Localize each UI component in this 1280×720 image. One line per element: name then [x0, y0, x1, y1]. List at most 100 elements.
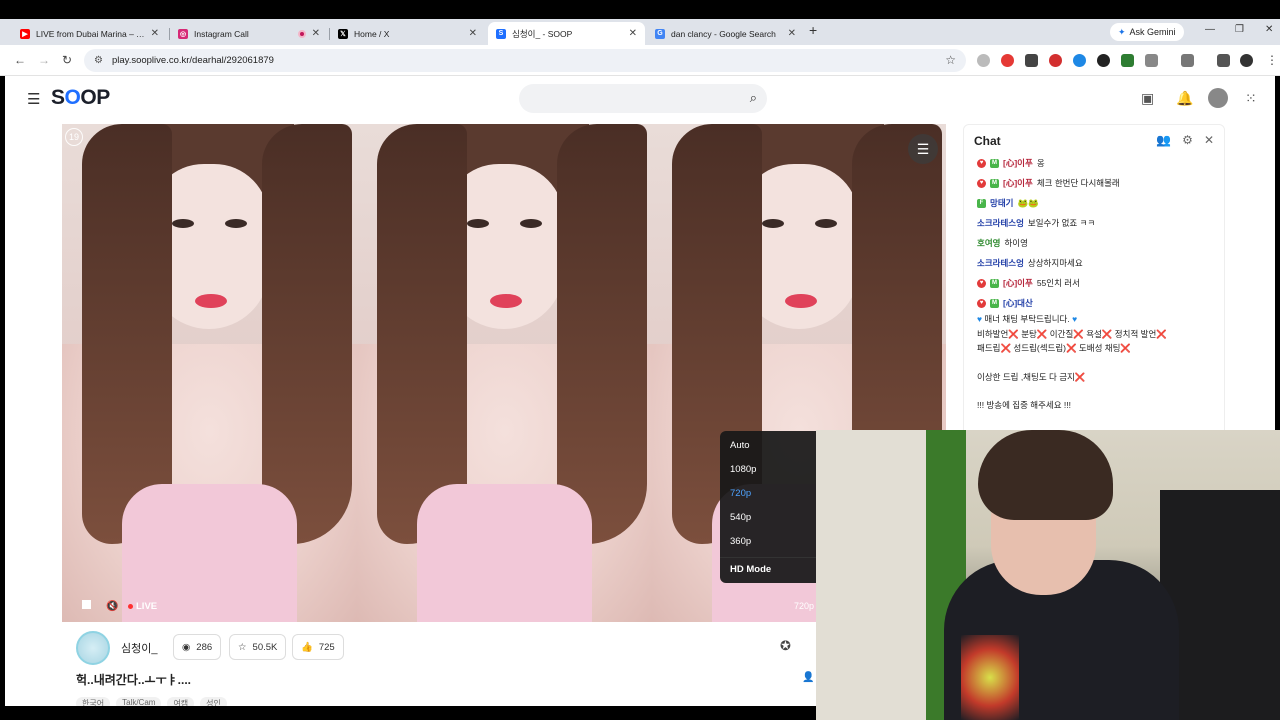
chat-message: ♥ M [心]이푸 55인치 러서: [977, 277, 1216, 290]
youtube-icon: ▶: [20, 28, 30, 39]
broadcast-icon[interactable]: ▣: [1141, 90, 1154, 107]
new-tab-button[interactable]: +: [809, 22, 817, 38]
apps-grid-icon[interactable]: ⁙: [1245, 90, 1257, 107]
chat-username[interactable]: [心]이푸: [1003, 157, 1033, 170]
tag[interactable]: 한국어: [76, 697, 111, 706]
close-icon[interactable]: ✕: [1204, 133, 1214, 147]
tag-list: 한국어 Talk/Cam 여캠 성인: [76, 697, 227, 706]
chat-username[interactable]: 소크라테스엉: [977, 217, 1024, 230]
search-icon[interactable]: ⌕: [750, 90, 757, 106]
quality-option[interactable]: 360p: [720, 533, 830, 557]
bookmark-star-icon[interactable]: ☆: [945, 53, 956, 67]
live-badge: LIVE: [128, 601, 157, 612]
profile-avatar[interactable]: [1240, 54, 1253, 67]
chat-messages: ♥ M [心]이푸 옹 ♥ M [心]이푸 체크 한번단 다시해볼래 F 망태기…: [964, 157, 1224, 413]
close-icon[interactable]: ✕: [312, 28, 320, 39]
minimize-icon[interactable]: —: [1205, 24, 1215, 35]
notice-line: !!! 방송에 집중 해주세요 !!!: [977, 400, 1071, 410]
quality-option[interactable]: Auto: [720, 437, 830, 461]
streamer-avatar[interactable]: [76, 631, 110, 665]
chat-message: 소크라테스엉 상상하지마세요: [977, 257, 1216, 270]
chat-message: ♥ M [心]대산: [977, 297, 1216, 310]
tab-instagram[interactable]: ◎ Instagram Call ✕: [170, 22, 328, 45]
logo-text: OP: [80, 86, 110, 109]
favorite-button[interactable]: ☆ 50.5K: [229, 634, 287, 660]
back-icon[interactable]: ←: [14, 53, 26, 67]
tag[interactable]: Talk/Cam: [116, 697, 162, 706]
viewer-count-pill: ◉ 286: [173, 634, 222, 660]
manager-badge-icon: M: [990, 179, 999, 188]
tab-x[interactable]: 𝕏 Home / X ✕: [330, 22, 485, 45]
reload-icon[interactable]: ↻: [62, 53, 72, 67]
tab-youtube[interactable]: ▶ LIVE from Dubai Marina – Tens ✕: [12, 22, 167, 45]
adblock-icon[interactable]: [1001, 54, 1014, 67]
user-list-icon[interactable]: 👥: [1156, 133, 1171, 147]
thumbs-up-icon: 👍: [301, 641, 313, 653]
chat-text: 체크 한번단 다시해볼래: [1036, 178, 1120, 188]
chat-username[interactable]: 호여영: [977, 237, 1000, 250]
mute-icon[interactable]: 🔇: [106, 601, 118, 612]
manager-badge-icon: M: [990, 279, 999, 288]
user-avatar-icon[interactable]: [1208, 88, 1228, 108]
quality-option[interactable]: 1080p: [720, 461, 830, 485]
extension-icon[interactable]: [1025, 54, 1038, 67]
player-menu-button[interactable]: ☰: [908, 134, 938, 164]
extension-icon[interactable]: [1073, 54, 1086, 67]
video-figure: [82, 124, 172, 544]
chat-notice: ♥ 매너 채팅 부탁드립니다. ♥ 비하발언❌ 분탕❌ 이간질❌ 욕설❌ 정치적…: [977, 312, 1216, 413]
tab-title: dan clancy - Google Search: [671, 28, 776, 39]
cast-icon[interactable]: [1181, 54, 1194, 67]
extension-icon[interactable]: [1121, 54, 1134, 67]
chat-username[interactable]: [心]대산: [1003, 297, 1033, 310]
like-button[interactable]: 👍 725: [292, 634, 344, 660]
hd-mode-toggle[interactable]: HD Mode: [720, 557, 830, 581]
puzzle-icon[interactable]: [1145, 54, 1158, 67]
share-icon[interactable]: 👤: [802, 672, 814, 683]
tab-google[interactable]: G dan clancy - Google Search ✕: [647, 22, 804, 45]
chat-username[interactable]: 소크라테스엉: [977, 257, 1024, 270]
hamburger-icon[interactable]: ☰: [27, 90, 40, 108]
video-figure: [262, 124, 352, 544]
chat-text: 옹: [1036, 158, 1045, 168]
tab-soop[interactable]: S 심청이_ - SOOP ✕: [488, 22, 645, 45]
streamer-name[interactable]: 심청이_: [121, 640, 157, 656]
live-label: LIVE: [136, 601, 158, 612]
chat-username[interactable]: 망태기: [990, 197, 1013, 210]
forward-icon[interactable]: →: [38, 53, 50, 67]
stop-button[interactable]: [82, 600, 91, 609]
video-figure: [557, 124, 647, 544]
media-icon[interactable]: [1217, 54, 1230, 67]
window-close-icon[interactable]: ✕: [1265, 24, 1273, 35]
search-input[interactable]: ⌕: [519, 84, 767, 113]
quality-button[interactable]: 720p: [794, 601, 814, 611]
x-icon: 𝕏: [338, 28, 348, 39]
soop-logo[interactable]: SOOP: [51, 86, 110, 110]
shield-icon[interactable]: [1097, 54, 1110, 67]
quality-option[interactable]: 540p: [720, 509, 830, 533]
gift-icon[interactable]: ✪: [780, 638, 791, 654]
chat-username[interactable]: [心]이푸: [1003, 277, 1033, 290]
menu-dots-icon[interactable]: ⋮: [1266, 53, 1278, 67]
video-figure: [225, 219, 247, 228]
close-icon[interactable]: ✕: [151, 28, 159, 39]
gear-icon[interactable]: ⚙: [1182, 133, 1193, 147]
video-figure: [520, 219, 542, 228]
site-info-icon[interactable]: ⚙: [94, 55, 103, 66]
tag[interactable]: 여캠: [167, 697, 195, 706]
fan-badge-icon: ♥: [977, 279, 986, 288]
chat-username[interactable]: [心]이푸: [1003, 177, 1033, 190]
bell-icon[interactable]: 🔔: [1176, 90, 1193, 107]
extension-icon[interactable]: [977, 54, 990, 67]
manager-badge-icon: M: [990, 159, 999, 168]
close-icon[interactable]: ✕: [469, 28, 477, 39]
close-icon[interactable]: ✕: [788, 28, 796, 39]
address-bar[interactable]: ⚙ play.sooplive.co.kr/dearhal/292061879 …: [84, 49, 966, 72]
extension-icon[interactable]: [1049, 54, 1062, 67]
tab-title: Instagram Call: [194, 28, 249, 39]
quality-option-selected[interactable]: 720p: [720, 485, 830, 509]
tag[interactable]: 성인: [200, 697, 227, 706]
close-icon[interactable]: ✕: [629, 28, 637, 39]
ask-gemini-button[interactable]: ✦ Ask Gemini: [1110, 23, 1184, 41]
restore-icon[interactable]: ❐: [1235, 24, 1244, 35]
manager-badge-icon: M: [990, 299, 999, 308]
